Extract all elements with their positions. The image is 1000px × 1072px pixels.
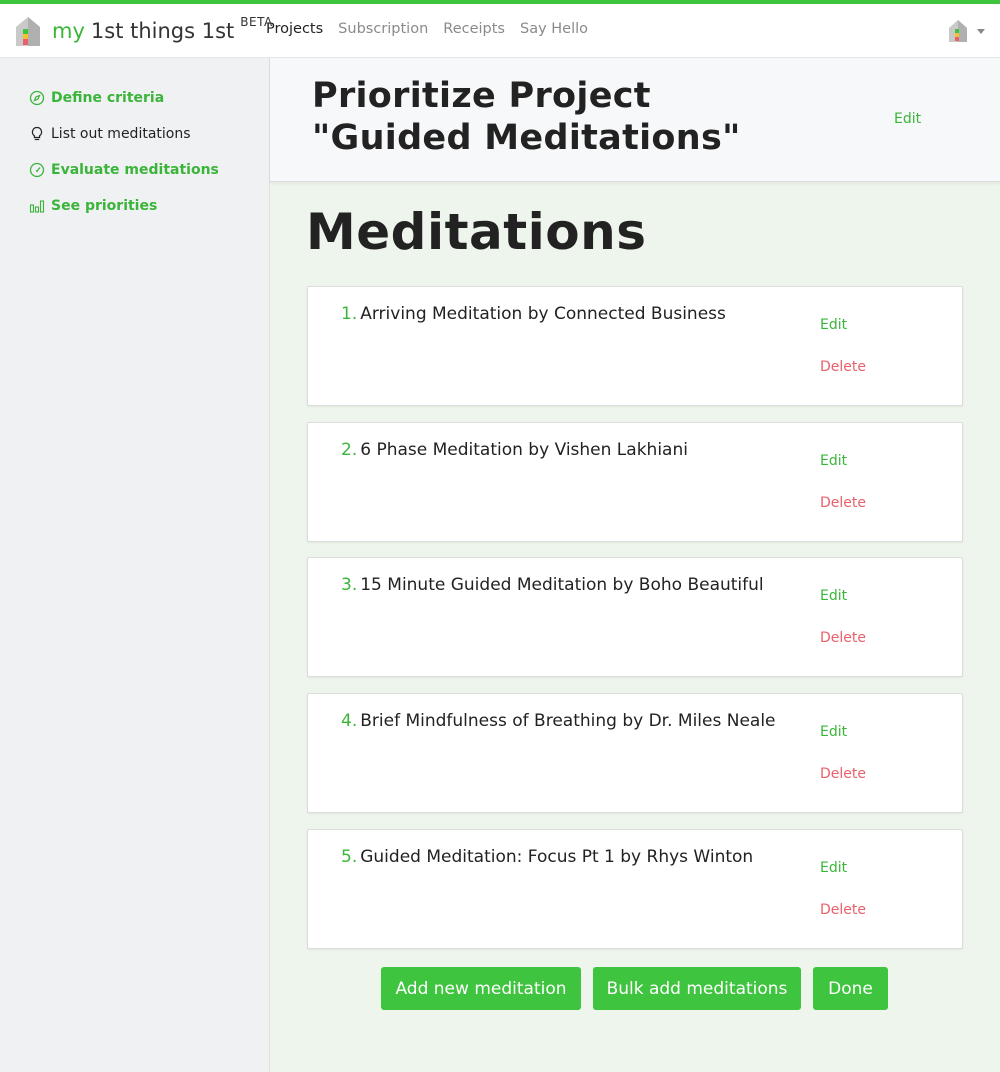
edit-project-link[interactable]: Edit — [894, 111, 921, 127]
lightbulb-icon — [29, 126, 45, 142]
delete-meditation-link[interactable]: Delete — [820, 630, 866, 646]
house-logo-icon — [16, 17, 40, 46]
user-menu-dropdown[interactable] — [948, 19, 985, 43]
meditation-card: 3. 15 Minute Guided Meditation by Boho Be… — [307, 557, 963, 677]
meditation-name: 15 Minute Guided Meditation by Boho Beau… — [360, 575, 764, 595]
delete-meditation-link[interactable]: Delete — [820, 902, 866, 918]
delete-meditation-link[interactable]: Delete — [820, 766, 866, 782]
sidebar-item-list-meditations[interactable]: List out meditations — [29, 126, 191, 142]
sidebar-item-see-priorities[interactable]: See priorities — [29, 198, 157, 214]
meditation-name: Guided Meditation: Focus Pt 1 by Rhys Wi… — [360, 847, 754, 867]
delete-meditation-link[interactable]: Delete — [820, 359, 866, 375]
meditation-title: 5. Guided Meditation: Focus Pt 1 by Rhys … — [341, 847, 753, 867]
sidebar-item-define-criteria[interactable]: Define criteria — [29, 90, 164, 106]
chevron-down-icon — [977, 28, 985, 34]
bulk-add-meditations-button[interactable]: Bulk add meditations — [593, 967, 801, 1010]
meditation-title: 1. Arriving Meditation by Connected Busin… — [341, 304, 726, 324]
meditation-name: 6 Phase Meditation by Vishen Lakhiani — [360, 440, 688, 460]
nav-subscription[interactable]: Subscription — [338, 21, 428, 37]
edit-meditation-link[interactable]: Edit — [820, 724, 847, 740]
gauge-icon — [29, 162, 45, 178]
sidebar-item-label: List out meditations — [51, 126, 191, 142]
nav-projects[interactable]: Projects — [266, 21, 323, 37]
bar-chart-icon — [29, 198, 45, 214]
done-button[interactable]: Done — [813, 967, 888, 1010]
meditation-title: 2. 6 Phase Meditation by Vishen Lakhiani — [341, 440, 688, 460]
compass-icon — [29, 90, 45, 106]
meditation-number: 2. — [341, 440, 358, 460]
edit-meditation-link[interactable]: Edit — [820, 453, 847, 469]
edit-meditation-link[interactable]: Edit — [820, 860, 847, 876]
meditation-card: 2. 6 Phase Meditation by Vishen Lakhiani … — [307, 422, 963, 542]
page-title-line-2: "Guided Meditations" — [312, 118, 741, 158]
section-title: Meditations — [306, 203, 647, 261]
page-title-line-1: Prioritize Project — [312, 76, 651, 116]
sidebar-item-label: Define criteria — [51, 90, 165, 106]
brand-my: my — [52, 19, 85, 43]
nav-links: Projects Subscription Receipts Say Hello — [266, 21, 588, 37]
meditation-name: Arriving Meditation by Connected Busines… — [360, 304, 726, 324]
meditation-number: 1. — [341, 304, 358, 324]
sidebar: Define criteria List out meditations Eva… — [0, 58, 270, 1072]
meditation-number: 4. — [341, 711, 358, 731]
meditation-name: Brief Mindfulness of Breathing by Dr. Mi… — [360, 711, 776, 731]
edit-meditation-link[interactable]: Edit — [820, 588, 847, 604]
user-avatar-icon — [949, 20, 967, 42]
meditation-card: 1. Arriving Meditation by Connected Busin… — [307, 286, 963, 406]
sidebar-item-label: Evaluate meditations — [51, 162, 219, 178]
add-meditation-button[interactable]: Add new meditation — [381, 967, 581, 1010]
meditation-title: 4. Brief Mindfulness of Breathing by Dr. … — [341, 711, 776, 731]
meditation-number: 3. — [341, 575, 358, 595]
meditation-title: 3. 15 Minute Guided Meditation by Boho Be… — [341, 575, 764, 595]
brand-logo-link[interactable]: my 1st things 1st BETA — [14, 14, 273, 48]
meditation-card: 4. Brief Mindfulness of Breathing by Dr. … — [307, 693, 963, 813]
meditation-card: 5. Guided Meditation: Focus Pt 1 by Rhys … — [307, 829, 963, 949]
meditation-number: 5. — [341, 847, 358, 867]
nav-receipts[interactable]: Receipts — [443, 21, 505, 37]
page-title: Prioritize Project "Guided Meditations" — [312, 75, 741, 159]
brand-name: 1st things 1st — [90, 19, 235, 43]
sidebar-item-evaluate-meditations[interactable]: Evaluate meditations — [29, 162, 219, 178]
navbar: my 1st things 1st BETA Projects Subscrip… — [0, 4, 1000, 58]
sidebar-item-label: See priorities — [51, 198, 158, 214]
project-header: Prioritize Project "Guided Meditations" … — [270, 58, 1000, 182]
delete-meditation-link[interactable]: Delete — [820, 495, 866, 511]
edit-meditation-link[interactable]: Edit — [820, 317, 847, 333]
nav-say-hello[interactable]: Say Hello — [520, 21, 588, 37]
